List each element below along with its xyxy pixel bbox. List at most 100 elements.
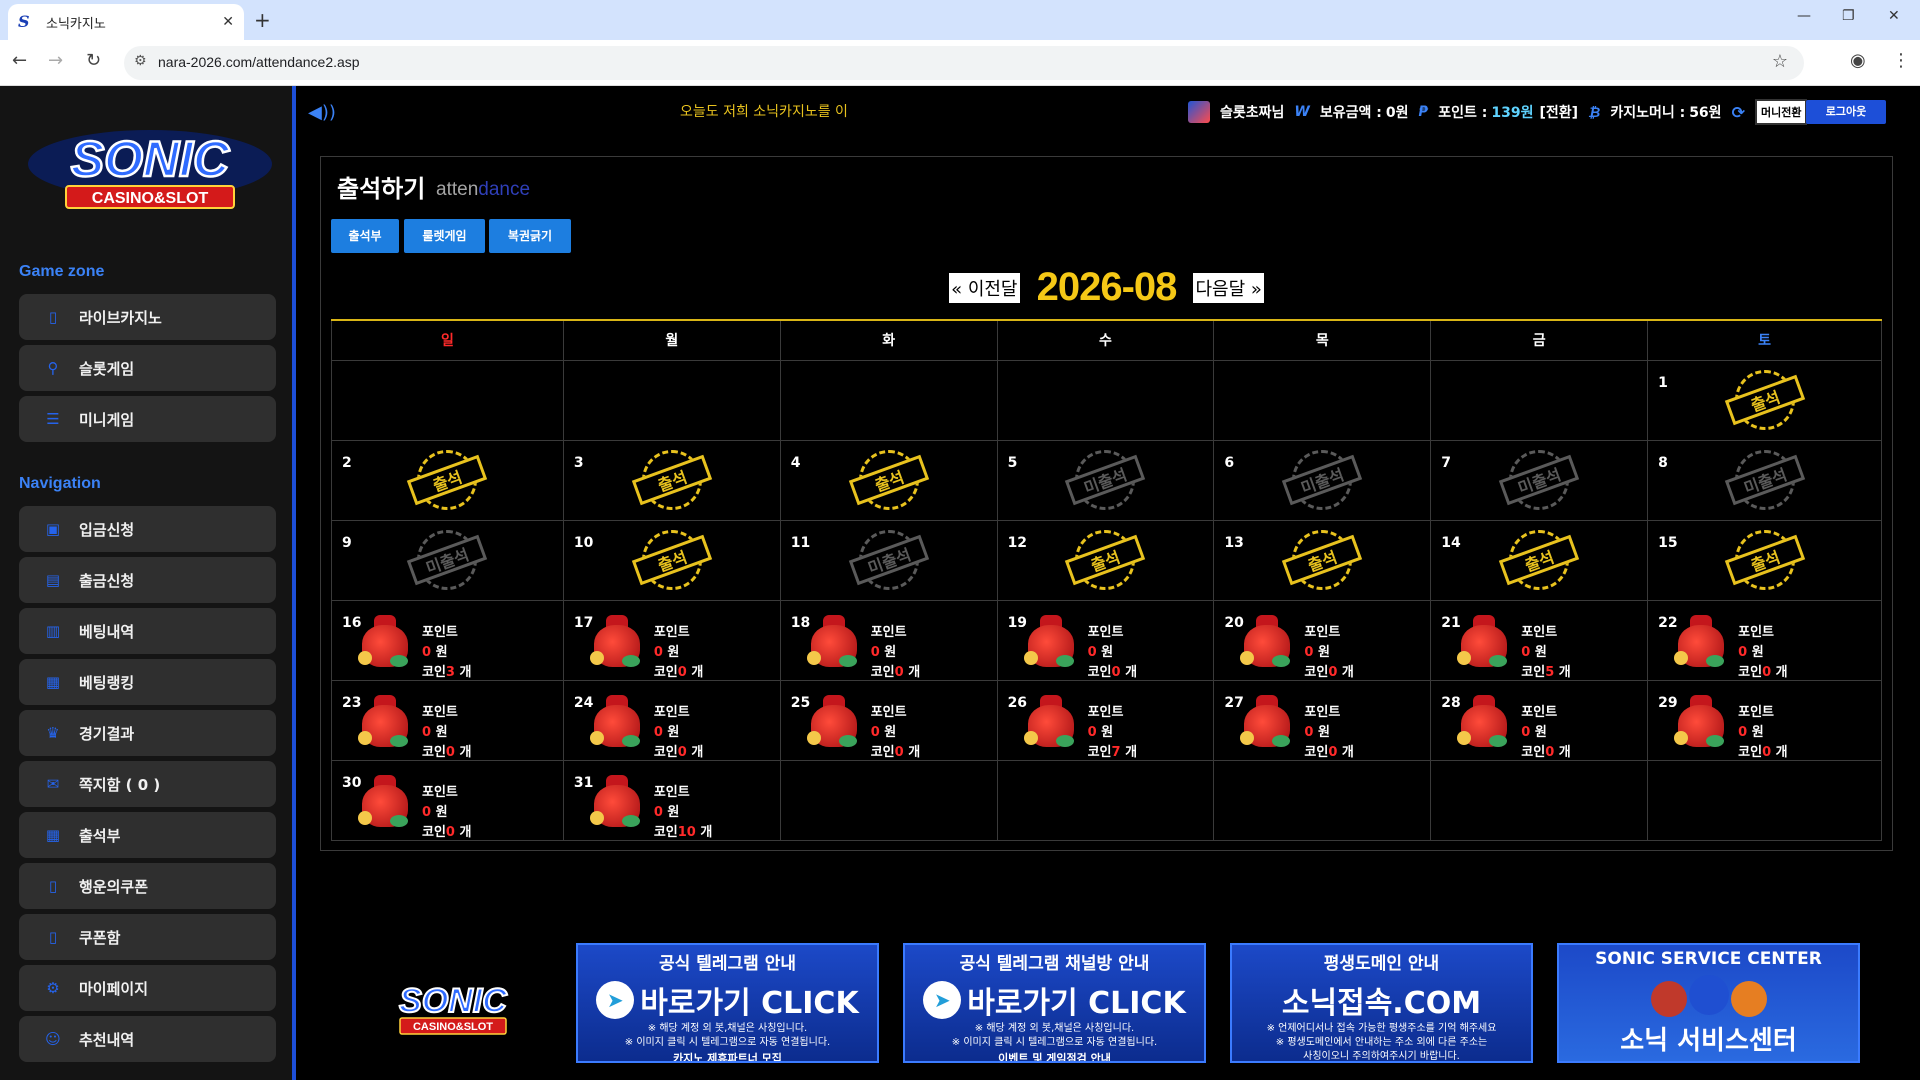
casino-money-value: 56원 [1689, 105, 1722, 121]
calendar-day-cell[interactable]: 16 포인트 0 원 코인3 개 [331, 599, 564, 681]
sidebar-item-betting-ranking[interactable]: ▦ 베팅랭킹 [19, 659, 276, 705]
calendar-day-cell[interactable]: 15 출석 [1647, 519, 1882, 601]
calendar-day-cell[interactable]: 12 출석 [996, 519, 1215, 601]
calendar-day-cell [1647, 759, 1882, 841]
calendar-day-cell[interactable]: 5 미출석 [996, 439, 1215, 521]
calendar-day-cell [779, 759, 998, 841]
lucky-bag-gold [1023, 730, 1038, 745]
reward-coin-unit: 개 [459, 664, 472, 680]
banner-telegram[interactable]: 공식 텔레그램 안내 ➤ 바로가기 CLICK ※ 해당 계정 외 봇,채널은 사… [576, 943, 879, 1063]
sidebar-item-slot-game[interactable]: ⚲ 슬롯게임 [19, 345, 276, 391]
calendar-day-cell[interactable]: 4 출석 [779, 439, 998, 521]
reward-point-value: 0 [653, 644, 663, 660]
page-title: 출석하기 [337, 175, 426, 203]
sidebar-item-withdraw[interactable]: ▤ 출금신청 [19, 557, 276, 603]
sidebar-item-attendance[interactable]: ▦ 출석부 [19, 812, 276, 858]
reward-info: 포인트 0 원 코인10 개 [654, 783, 713, 843]
close-window-icon[interactable]: ✕ [1888, 8, 1900, 24]
calendar-day-cell[interactable]: 28 포인트 0 원 코인0 개 [1430, 679, 1649, 761]
calendar-day-cell[interactable]: 3 출석 [562, 439, 781, 521]
weekday-tue: 화 [779, 319, 998, 361]
minimize-icon[interactable]: — [1797, 8, 1811, 24]
calendar-day-cell[interactable]: 9 미출석 [331, 519, 564, 601]
calendar-day-cell[interactable]: 20 포인트 0 원 코인0 개 [1213, 599, 1432, 681]
reward-point-value: 0 [1521, 724, 1531, 740]
forward-icon[interactable]: → [48, 50, 63, 71]
calendar-day-cell[interactable]: 17 포인트 0 원 코인0 개 [562, 599, 781, 681]
sidebar-item-deposit[interactable]: ▣ 입금신청 [19, 506, 276, 552]
reward-point-value: 0 [1738, 644, 1748, 660]
profile-icon[interactable]: ◉ [1850, 50, 1866, 71]
lucky-bag-green [390, 734, 408, 747]
tab-scratch-lottery[interactable]: 복권긁기 [489, 219, 571, 253]
sidebar-item-betting-history[interactable]: ▥ 베팅내역 [19, 608, 276, 654]
sidebar-item-label: 출금신청 [79, 571, 135, 590]
lucky-bag-gold [358, 810, 372, 825]
calendar-day-cell[interactable]: 6 미출석 [1213, 439, 1432, 521]
logout-button[interactable]: 로그아웃 [1806, 100, 1886, 124]
calendar-day-cell[interactable]: 8 미출석 [1647, 439, 1882, 521]
calendar-day-cell[interactable]: 22 포인트 0 원 코인0 개 [1647, 599, 1882, 681]
banner-service-center[interactable]: SONIC SERVICE CENTER 소닉 서비스센터 [1557, 943, 1860, 1063]
banner-title: 공식 텔레그램 채널방 안내 [959, 954, 1150, 974]
calendar-day-cell[interactable]: 21 포인트 0 원 코인5 개 [1430, 599, 1649, 681]
reward-coin-value: 0 [677, 664, 687, 680]
marquee-notice: 오늘도 저희 소닉카지노를 이 [680, 104, 848, 120]
refresh-icon[interactable]: ⟳ [1732, 103, 1745, 122]
page-subtitle-a: atten [436, 179, 479, 200]
sidebar-item-my-page[interactable]: ⚙ 마이페이지 [19, 965, 276, 1011]
url-text[interactable]: nara-2026.com/attendance2.asp [158, 54, 360, 70]
sidebar-item-referrals[interactable]: ☺ 추천내역 [19, 1016, 276, 1062]
sonic-logo[interactable]: SONIC CASINO&SLOT [24, 124, 276, 214]
banner-main: 소닉 서비스센터 [1620, 1026, 1797, 1056]
banner-telegram-channel[interactable]: 공식 텔레그램 채널방 안내 ➤ 바로가기 CLICK ※ 해당 계정 외 봇,채… [903, 943, 1206, 1063]
sidebar-item-messages[interactable]: ✉ 쪽지함 ( 0 ) [19, 761, 276, 807]
calendar-day-cell[interactable]: 26 포인트 0 원 코인7 개 [996, 679, 1215, 761]
browser-menu-icon[interactable]: ⋮ [1892, 50, 1910, 71]
banner-note: ※ 해당 계정 외 봇,채널은 사칭입니다. [974, 1023, 1135, 1034]
tab-roulette[interactable]: 룰렛게임 [404, 219, 485, 253]
sidebar-item-lucky-coupon[interactable]: ▯ 행운의쿠폰 [19, 863, 276, 909]
calendar-day-cell[interactable]: 7 미출석 [1430, 439, 1649, 521]
calendar-day-cell[interactable]: 1 출석 [1647, 359, 1882, 441]
calendar-day-cell[interactable]: 2 출석 [331, 439, 564, 521]
sidebar-item-mini-game[interactable]: ☰ 미니게임 [19, 396, 276, 442]
calendar-day-cell[interactable]: 14 출석 [1430, 519, 1649, 601]
point-convert-link[interactable]: [전환] [1539, 102, 1578, 122]
lucky-bag-green [390, 814, 408, 827]
reward-info: 포인트 0 원 코인0 개 [871, 703, 920, 763]
banner-permanent-domain[interactable]: 평생도메인 안내 소닉접속.COM ※ 언제어디서나 접속 가능한 평생주소를 … [1230, 943, 1533, 1063]
sidebar-item-label: 행운의쿠폰 [79, 877, 149, 896]
calendar-day-cell[interactable]: 27 포인트 0 원 코인0 개 [1213, 679, 1432, 761]
bookmark-star-icon[interactable]: ☆ [1772, 51, 1788, 72]
sidebar-item-match-results[interactable]: ♛ 경기결과 [19, 710, 276, 756]
reload-icon[interactable]: ↻ [86, 50, 101, 71]
calendar-day-cell[interactable]: 13 출석 [1213, 519, 1432, 601]
calendar-day-cell[interactable]: 30 포인트 0 원 코인0 개 [331, 759, 564, 841]
calendar-day-cell[interactable]: 29 포인트 0 원 코인0 개 [1647, 679, 1882, 761]
money-convert-button[interactable]: 머니전환 [1754, 99, 1808, 125]
calendar-day-cell[interactable]: 19 포인트 0 원 코인0 개 [996, 599, 1215, 681]
site-settings-icon[interactable]: ⚙ [134, 53, 147, 69]
calendar-day-cell[interactable]: 11 미출석 [779, 519, 998, 601]
back-icon[interactable]: ← [12, 50, 27, 71]
lucky-bag-icon [1022, 614, 1078, 671]
close-tab-icon[interactable]: ✕ [222, 14, 234, 30]
next-month-button[interactable]: 다음달 » [1193, 272, 1264, 303]
calendar-day-cell[interactable]: 25 포인트 0 원 코인0 개 [779, 679, 998, 763]
new-tab-icon[interactable]: + [254, 8, 271, 32]
calendar-day-cell[interactable]: 10 출석 [562, 519, 781, 601]
calendar-day-cell[interactable]: 18 포인트 0 원 코인0 개 [779, 599, 998, 681]
banner-main: ➤ 바로가기 CLICK [905, 978, 1204, 1022]
sidebar-item-live-casino[interactable]: ▯ 라이브카지노 [19, 294, 276, 340]
footer-sonic-logo[interactable]: SONIC CASINO&SLOT [372, 980, 534, 1038]
restore-icon[interactable]: ❐ [1842, 8, 1855, 24]
calendar-day-cell[interactable]: 23 포인트 0 원 코인0 개 [331, 679, 564, 761]
prev-month-button[interactable]: « 이전달 [949, 272, 1020, 303]
url-bar[interactable]: ⚙ nara-2026.com/attendance2.asp ☆ [124, 46, 1804, 80]
tab-attendance[interactable]: 출석부 [331, 219, 399, 253]
browser-tab[interactable]: S 소닉카지노 ✕ [8, 4, 244, 40]
calendar-day-cell[interactable]: 31 포인트 0 원 코인10 개 [562, 759, 781, 843]
calendar-day-cell[interactable]: 24 포인트 0 원 코인0 개 [562, 679, 781, 761]
sidebar-item-coupon-box[interactable]: ▯ 쿠폰함 [19, 914, 276, 960]
